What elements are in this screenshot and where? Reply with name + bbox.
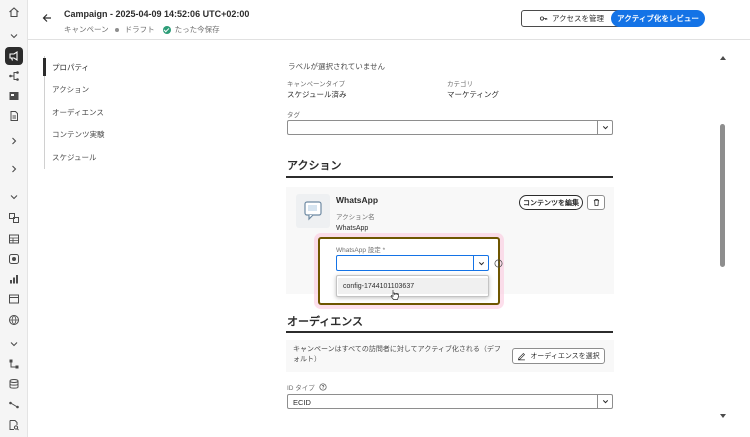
channel-title: WhatsApp [336, 195, 379, 205]
key-icon [539, 16, 548, 21]
left-rail [0, 0, 28, 437]
whatsapp-channel-icon [296, 194, 330, 228]
components-icon[interactable] [7, 211, 21, 225]
id-type-select[interactable]: ECID [287, 394, 613, 409]
select-audience-button[interactable]: オーディエンスを選択 [512, 348, 605, 364]
scroll-down-icon[interactable] [719, 412, 727, 420]
chevron-down-icon[interactable] [597, 121, 612, 134]
campaign-meta: キャンペーン ドラフト たった今保存 [64, 24, 220, 35]
config-option[interactable]: config-1744101103637 [338, 278, 488, 294]
action-section-title: アクション [287, 160, 342, 172]
action-section-divider [286, 176, 613, 178]
connection-icon[interactable] [7, 398, 21, 412]
nav-item-actions[interactable]: アクション [45, 79, 134, 102]
required-mark: * [382, 247, 386, 254]
mouse-pointer-icon [390, 289, 400, 301]
chevron-down-icon[interactable] [7, 190, 21, 204]
campaign-icon[interactable] [5, 47, 23, 65]
audience-section-divider [286, 331, 613, 333]
nav-item-schedule[interactable]: スケジュール [45, 146, 134, 169]
journey-icon[interactable] [7, 69, 21, 83]
chevron-down-icon[interactable] [473, 256, 488, 270]
status-text: ドラフト [124, 25, 155, 34]
manage-access-button[interactable]: アクセスを管理 [521, 10, 622, 27]
scrollbar-thumb[interactable] [720, 124, 725, 267]
scroll-up-icon[interactable] [719, 54, 727, 62]
id-type-label-row: ID タイプ [287, 382, 327, 392]
campaign-type-value: スケジュール済み [287, 90, 347, 99]
chevron-right-icon[interactable] [7, 134, 21, 148]
audience-section-title: オーディエンス [287, 316, 364, 328]
id-type-label: ID タイプ [287, 385, 315, 392]
decision-icon[interactable] [7, 252, 21, 266]
table-icon[interactable] [7, 232, 21, 246]
document-icon[interactable] [7, 109, 21, 123]
chevron-right-icon[interactable] [7, 162, 21, 176]
chevron-down-icon[interactable] [7, 337, 21, 351]
chevron-down-icon[interactable] [597, 395, 612, 408]
category-label: カテゴリ [447, 81, 473, 88]
home-icon[interactable] [7, 5, 21, 19]
select-audience-label: オーディエンスを選択 [530, 353, 600, 360]
edit-content-button[interactable]: コンテンツを編集 [519, 195, 583, 210]
saved-check-icon [162, 25, 171, 34]
review-activate-button[interactable]: アクティブ化をレビュー [611, 10, 705, 27]
status-dot-icon [114, 27, 119, 32]
campaign-type-text: キャンペーン [64, 25, 109, 34]
back-arrow-icon[interactable] [40, 11, 54, 25]
config-dropdown-menu: config-1744101103637 [336, 275, 489, 297]
nav-item-content-experiment[interactable]: コンテンツ実験 [45, 124, 134, 147]
tag-label: タグ [287, 112, 300, 119]
whatsapp-config-select[interactable] [336, 255, 489, 271]
edit-icon [518, 352, 526, 360]
no-labels-text: ラベルが選択されていません [288, 62, 386, 71]
campaign-type-label: キャンペーンタイプ [287, 81, 346, 88]
section-nav: プロパティ アクション オーディエンス コンテンツ実験 スケジュール [43, 56, 134, 169]
saved-text: たった今保存 [174, 25, 220, 34]
category-value: マーケティング [447, 90, 499, 99]
action-name-label: アクション名 [336, 214, 375, 221]
trash-icon [593, 199, 599, 206]
page-title: Campaign - 2025-04-09 14:52:06 UTC+02:00 [64, 9, 250, 19]
help-icon[interactable] [319, 383, 327, 391]
id-type-value: ECID [293, 398, 311, 407]
library-icon[interactable] [7, 292, 21, 306]
info-icon[interactable] [494, 259, 503, 268]
content-icon[interactable] [7, 89, 21, 103]
chevron-down-icon[interactable] [7, 29, 21, 43]
flow-icon[interactable] [7, 357, 21, 371]
database-icon[interactable] [7, 377, 21, 391]
nav-item-properties[interactable]: プロパティ [43, 56, 134, 79]
globe-icon[interactable] [7, 313, 21, 327]
nav-item-audience[interactable]: オーディエンス [45, 101, 134, 124]
config-label-text: WhatsApp 設定 [336, 247, 381, 254]
audience-description: キャンペーンはすべての訪問者に対してアクティブ化される（デフォルト） [293, 346, 501, 363]
action-name-value: WhatsApp [336, 225, 369, 232]
manage-access-label: アクセスを管理 [551, 14, 605, 23]
whatsapp-config-label: WhatsApp 設定 * [336, 244, 385, 254]
tag-combobox[interactable] [287, 120, 613, 135]
search-document-icon[interactable] [7, 418, 21, 432]
chart-icon[interactable] [7, 272, 21, 286]
delete-action-button[interactable] [587, 195, 605, 210]
